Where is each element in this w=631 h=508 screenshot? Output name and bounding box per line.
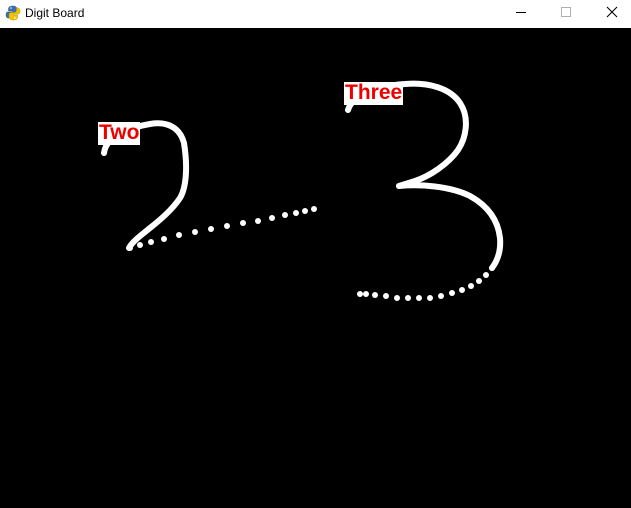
drawing-canvas[interactable]: Two Three [0, 28, 631, 508]
window-title: Digit Board [25, 6, 85, 20]
title-bar[interactable]: Digit Board [0, 0, 631, 28]
python-snake-icon [5, 5, 21, 21]
close-icon [606, 5, 618, 23]
minimize-icon [515, 5, 527, 23]
maximize-button[interactable] [543, 0, 589, 28]
digit-three-stroke [345, 80, 504, 271]
digit-label-three: Three [344, 81, 404, 105]
app-window: Digit Board Two Three [0, 0, 631, 508]
digit-three-dotted-tail [357, 265, 495, 301]
close-button[interactable] [589, 0, 631, 28]
digit-two-dotted-tail [127, 206, 317, 251]
maximize-icon [560, 5, 572, 23]
digit-label-two: Two [98, 121, 141, 145]
minimize-button[interactable] [498, 0, 544, 28]
